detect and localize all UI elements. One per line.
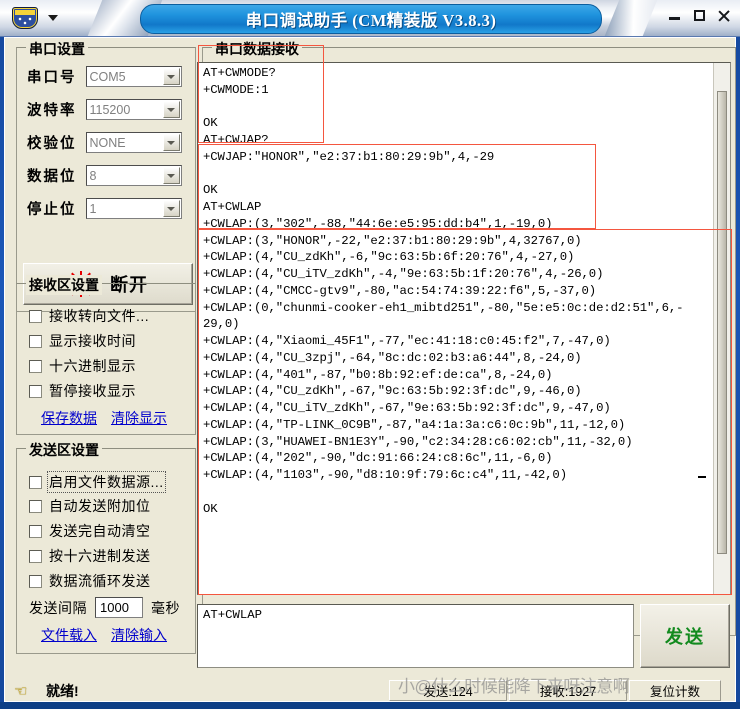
baud-rate-label: 波特率 (27, 103, 77, 119)
caret-mark (698, 476, 706, 478)
port-number-label: 串口号 (27, 70, 77, 86)
checkbox-box[interactable] (29, 524, 42, 538)
chevron-down-icon[interactable] (162, 167, 180, 184)
checkbox-box[interactable] (29, 384, 42, 398)
checkbox-box[interactable] (29, 359, 42, 373)
checkbox-label: 启用文件数据源... (47, 471, 166, 493)
data-bits-label: 数据位 (27, 169, 77, 185)
checkbox-send-as-hex[interactable]: 按十六进制发送 (29, 546, 151, 566)
checkbox-label: 接收转向文件... (49, 308, 150, 324)
checkbox-box[interactable] (29, 309, 42, 323)
baud-rate-select[interactable]: 115200 (85, 99, 182, 120)
minimize-button[interactable] (667, 8, 682, 23)
send-settings-group: 发送区设置 启用文件数据源... 自动发送附加位 发送完自动清空 按十六进制发送… (16, 440, 196, 654)
serial-settings-label: 串口设置 (26, 39, 88, 59)
checkbox-box[interactable] (29, 334, 42, 348)
checkbox-loop-send[interactable]: 数据流循环发送 (29, 571, 151, 591)
baud-rate-value: 115200 (89, 102, 131, 117)
title-bar: 串口调试助手 (CM精装版 V3.8.3) (0, 0, 740, 37)
checkbox-box[interactable] (29, 499, 42, 513)
checkbox-auto-append-bit[interactable]: 自动发送附加位 (29, 496, 151, 516)
checkbox-hex-display[interactable]: 十六进制显示 (29, 356, 136, 376)
maximize-button[interactable] (692, 8, 707, 23)
chevron-down-icon[interactable] (162, 101, 180, 118)
checkbox-box[interactable] (29, 574, 42, 588)
checkbox-label: 发送完自动清空 (49, 523, 151, 539)
clear-input-link[interactable]: 清除输入 (111, 625, 167, 645)
send-interval-unit: 毫秒 (151, 599, 180, 616)
system-menu-button[interactable] (10, 6, 40, 30)
checkbox-box[interactable] (29, 549, 42, 563)
stop-bits-value: 1 (89, 201, 97, 216)
port-number-value: COM5 (89, 69, 126, 84)
parity-value: NONE (89, 135, 126, 150)
checkbox-label: 暂停接收显示 (49, 383, 136, 399)
chevron-down-icon[interactable] (162, 68, 180, 85)
receive-data-label: 串口数据接收 (212, 39, 302, 59)
data-bits-value: 8 (89, 168, 97, 183)
receive-settings-label: 接收区设置 (26, 275, 102, 295)
checkbox-box[interactable] (29, 475, 42, 489)
checkbox-redirect-to-file[interactable]: 接收转向文件... (29, 306, 149, 326)
receive-text-content: AT+CWMODE? +CWMODE:1 OK AT+CWJAP? +CWJAP… (203, 66, 684, 516)
clear-display-link[interactable]: 清除显示 (111, 408, 167, 428)
checkbox-label: 数据流循环发送 (49, 573, 151, 589)
app-crest-icon (12, 7, 38, 29)
checkbox-pause-receive[interactable]: 暂停接收显示 (29, 381, 136, 401)
close-button[interactable] (717, 8, 732, 23)
stop-bits-label: 停止位 (27, 202, 77, 218)
checkbox-enable-file-source[interactable]: 启用文件数据源... (29, 471, 166, 493)
send-text-content: AT+CWLAP (203, 608, 263, 622)
status-sent-count: 发送:124 (389, 680, 507, 701)
checkbox-show-receive-time[interactable]: 显示接收时间 (29, 331, 136, 351)
send-textarea[interactable]: AT+CWLAP (197, 604, 634, 668)
parity-label: 校验位 (27, 136, 77, 152)
window-title: 串口调试助手 (CM精装版 V3.8.3) (245, 11, 497, 30)
load-file-link[interactable]: 文件载入 (41, 625, 97, 645)
send-settings-label: 发送区设置 (26, 440, 102, 460)
status-received-count: 接收:1927 (509, 680, 627, 701)
checkbox-clear-after-send[interactable]: 发送完自动清空 (29, 521, 151, 541)
reset-counter-button[interactable]: 复位计数 (629, 680, 721, 701)
crest-dots-decoration (15, 16, 35, 26)
status-bar: ☜ 就绪! 发送:124 接收:1927 复位计数 (4, 678, 736, 704)
title-bar-center-plate: 串口调试助手 (CM精装版 V3.8.3) (140, 4, 602, 34)
scrollbar-thumb[interactable] (717, 91, 727, 554)
chevron-down-icon[interactable] (48, 15, 58, 21)
parity-select[interactable]: NONE (85, 132, 182, 153)
port-number-select[interactable]: COM5 (85, 66, 182, 87)
chevron-down-icon[interactable] (162, 200, 180, 217)
status-counters: 发送:124 接收:1927 复位计数 (389, 680, 721, 701)
app-window: 串口调试助手 (CM精装版 V3.8.3) 串口设置 串口号 COM5 波特率 (0, 0, 740, 709)
save-data-link[interactable]: 保存数据 (41, 408, 97, 428)
send-interval-label: 发送间隔 (29, 599, 87, 616)
receive-settings-group: 接收区设置 接收转向文件... 显示接收时间 十六进制显示 暂停接收显示 保存数… (16, 275, 196, 435)
stop-bits-select[interactable]: 1 (85, 198, 182, 219)
send-button[interactable]: 发送 (640, 604, 730, 668)
window-bottom-strip (0, 702, 740, 709)
window-controls (667, 8, 732, 23)
checkbox-label: 十六进制显示 (49, 358, 136, 374)
send-links: 文件载入 清除输入 (41, 625, 167, 645)
receive-links: 保存数据 清除显示 (41, 408, 167, 428)
send-interval-input[interactable]: 1000 (95, 597, 143, 618)
checkbox-label: 按十六进制发送 (49, 548, 151, 564)
checkbox-label: 显示接收时间 (49, 333, 136, 349)
pointing-hand-icon: ☜ (14, 683, 28, 700)
checkbox-label: 自动发送附加位 (49, 498, 151, 514)
chevron-down-icon[interactable] (162, 134, 180, 151)
receive-textarea[interactable]: AT+CWMODE? +CWMODE:1 OK AT+CWJAP? +CWJAP… (197, 62, 731, 595)
receive-vertical-scrollbar[interactable] (713, 63, 730, 594)
send-interval-row: 发送间隔 1000 毫秒 (29, 597, 180, 618)
data-bits-select[interactable]: 8 (85, 165, 182, 186)
status-ready-text: 就绪! (46, 683, 79, 699)
